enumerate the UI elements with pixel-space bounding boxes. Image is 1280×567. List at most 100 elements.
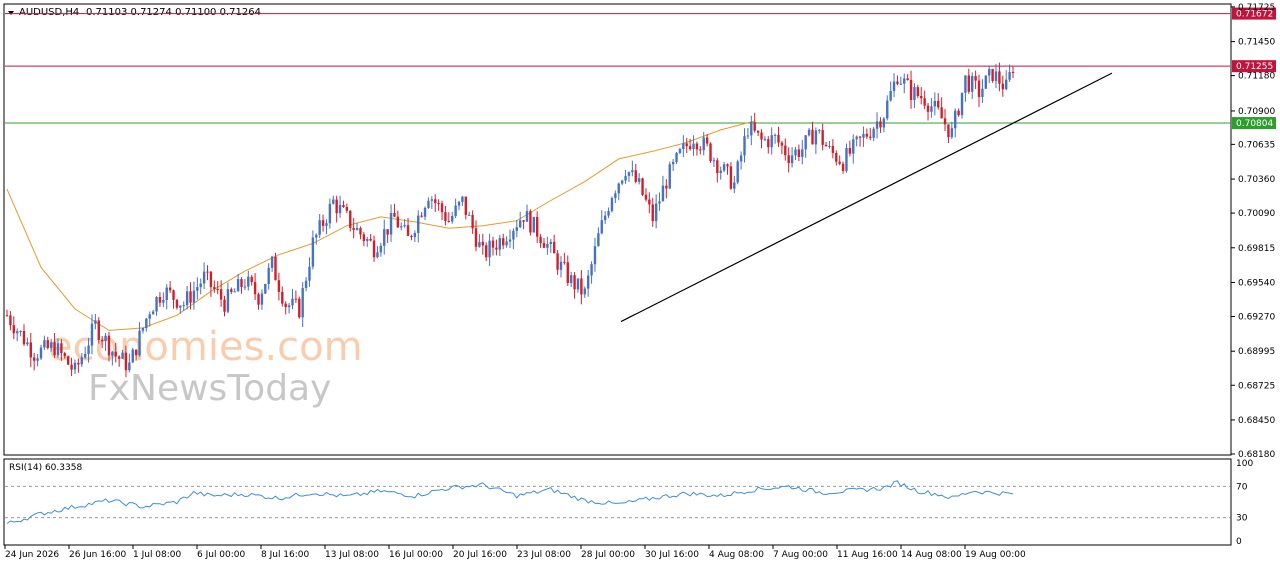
- bear-candle-body: [240, 279, 243, 288]
- bull-candle-body: [682, 143, 685, 150]
- bear-candle-body: [535, 216, 539, 237]
- rsi-tick-label: 0: [1236, 537, 1242, 547]
- bear-candle-body: [777, 134, 780, 143]
- price-tick-label: 0.68725: [1238, 381, 1275, 391]
- bear-candle-body: [189, 291, 192, 303]
- price-tick-label: 0.69815: [1238, 244, 1275, 254]
- bull-candle-body: [930, 106, 933, 112]
- bear-candle-body: [70, 364, 73, 370]
- time-tick-label: 16 Jul 00:00: [389, 550, 443, 560]
- bull-candle-body: [508, 239, 512, 242]
- bull-candle-body: [325, 223, 328, 226]
- bull-candle-body: [417, 215, 420, 233]
- price-tick-label: 0.70360: [1238, 175, 1275, 185]
- bull-candle-body: [862, 133, 865, 138]
- time-tick-label: 20 Jul 16:00: [453, 550, 507, 560]
- bear-candle-body: [46, 340, 49, 348]
- bull-candle-body: [468, 214, 471, 216]
- bear-candle-body: [100, 340, 104, 342]
- bear-candle-body: [53, 342, 56, 356]
- bear-candle-body: [294, 298, 298, 300]
- bull-candle-body: [49, 342, 53, 348]
- bear-candle-body: [580, 278, 583, 295]
- ohlc-values: 0.71103 0.71274 0.71100 0.71264: [86, 7, 261, 18]
- bull-candle-body: [954, 110, 957, 129]
- bull-candle-body: [620, 180, 624, 184]
- time-tick-label: 24 Jun 2026: [5, 550, 59, 560]
- bull-candle-body: [661, 185, 665, 202]
- price-tick-label: 0.71725: [1238, 3, 1275, 13]
- bull-candle-body: [899, 83, 903, 85]
- time-tick-label: 19 Aug 00:00: [965, 550, 1026, 560]
- bear-candle-body: [5, 315, 9, 317]
- bear-candle-body: [957, 110, 960, 116]
- bear-candle-body: [998, 71, 1001, 84]
- bull-candle-body: [1005, 79, 1008, 90]
- bear-candle-body: [563, 261, 566, 263]
- bull-candle-body: [291, 298, 294, 306]
- bear-candle-body: [447, 220, 451, 222]
- bear-candle-body: [114, 351, 117, 357]
- bull-candle-body: [807, 129, 811, 136]
- bear-candle-body: [281, 291, 284, 304]
- bear-candle-body: [216, 288, 219, 290]
- time-tick-label: 7 Aug 00:00: [773, 550, 828, 560]
- bear-candle-body: [767, 139, 770, 148]
- bull-candle-body: [607, 211, 610, 216]
- bull-candle-body: [875, 121, 879, 129]
- bear-candle-body: [797, 149, 801, 157]
- bear-candle-body: [124, 352, 128, 371]
- bear-candle-body: [440, 203, 444, 213]
- bull-candle-body: [512, 230, 515, 240]
- bear-candle-body: [539, 236, 542, 244]
- bear-candle-body: [974, 76, 977, 81]
- bear-candle-body: [250, 276, 253, 283]
- bear-candle-body: [437, 202, 440, 204]
- chart-header[interactable]: AUDUSD,H4 0.71103 0.71274 0.71100 0.7126…: [8, 7, 261, 18]
- bear-candle-body: [474, 228, 478, 247]
- bull-candle-body: [454, 205, 457, 217]
- bear-candle-body: [784, 145, 787, 156]
- bear-candle-body: [175, 299, 179, 308]
- bull-candle-body: [151, 311, 155, 315]
- rsi-title: RSI(14) 60.3358: [9, 463, 82, 473]
- bear-candle-body: [77, 362, 80, 365]
- bear-candle-body: [926, 105, 930, 112]
- bear-candle-body: [134, 349, 138, 356]
- bear-candle-body: [552, 241, 556, 254]
- price-tick-label: 0.69270: [1238, 313, 1275, 323]
- bear-candle-body: [835, 152, 838, 162]
- bear-candle-body: [648, 199, 651, 205]
- bull-candle-body: [750, 122, 753, 136]
- bear-candle-body: [206, 271, 209, 273]
- bear-candle-body: [335, 199, 338, 214]
- bear-candle-body: [63, 353, 66, 357]
- time-tick-label: 6 Jul 00:00: [197, 550, 246, 560]
- bear-candle-body: [943, 118, 947, 125]
- bull-candle-body: [702, 137, 705, 151]
- bear-candle-body: [651, 204, 654, 222]
- bear-candle-body: [410, 235, 413, 237]
- bear-candle-body: [756, 130, 760, 133]
- bull-candle-body: [379, 245, 383, 253]
- bear-candle-body: [811, 129, 814, 145]
- bull-candle-body: [179, 305, 182, 308]
- bull-candle-body: [576, 278, 580, 290]
- bull-candle-body: [654, 203, 658, 222]
- price-tick-label: 0.70090: [1238, 209, 1275, 219]
- rsi-tick-label: 100: [1236, 459, 1253, 469]
- bull-candle-body: [73, 362, 77, 370]
- price-tick-label: 0.70635: [1238, 140, 1275, 150]
- bull-candle-body: [400, 226, 403, 228]
- bull-candle-body: [546, 243, 549, 248]
- bull-candle-body: [845, 148, 848, 171]
- bear-candle-body: [685, 143, 688, 147]
- bear-candle-body: [284, 303, 287, 308]
- bull-candle-body: [145, 318, 148, 328]
- bear-candle-body: [471, 214, 474, 229]
- bear-candle-body: [821, 130, 824, 145]
- bull-candle-body: [722, 164, 726, 171]
- bull-candle-body: [1008, 71, 1011, 80]
- time-tick-label: 8 Jul 16:00: [261, 550, 310, 560]
- bear-candle-body: [566, 262, 569, 284]
